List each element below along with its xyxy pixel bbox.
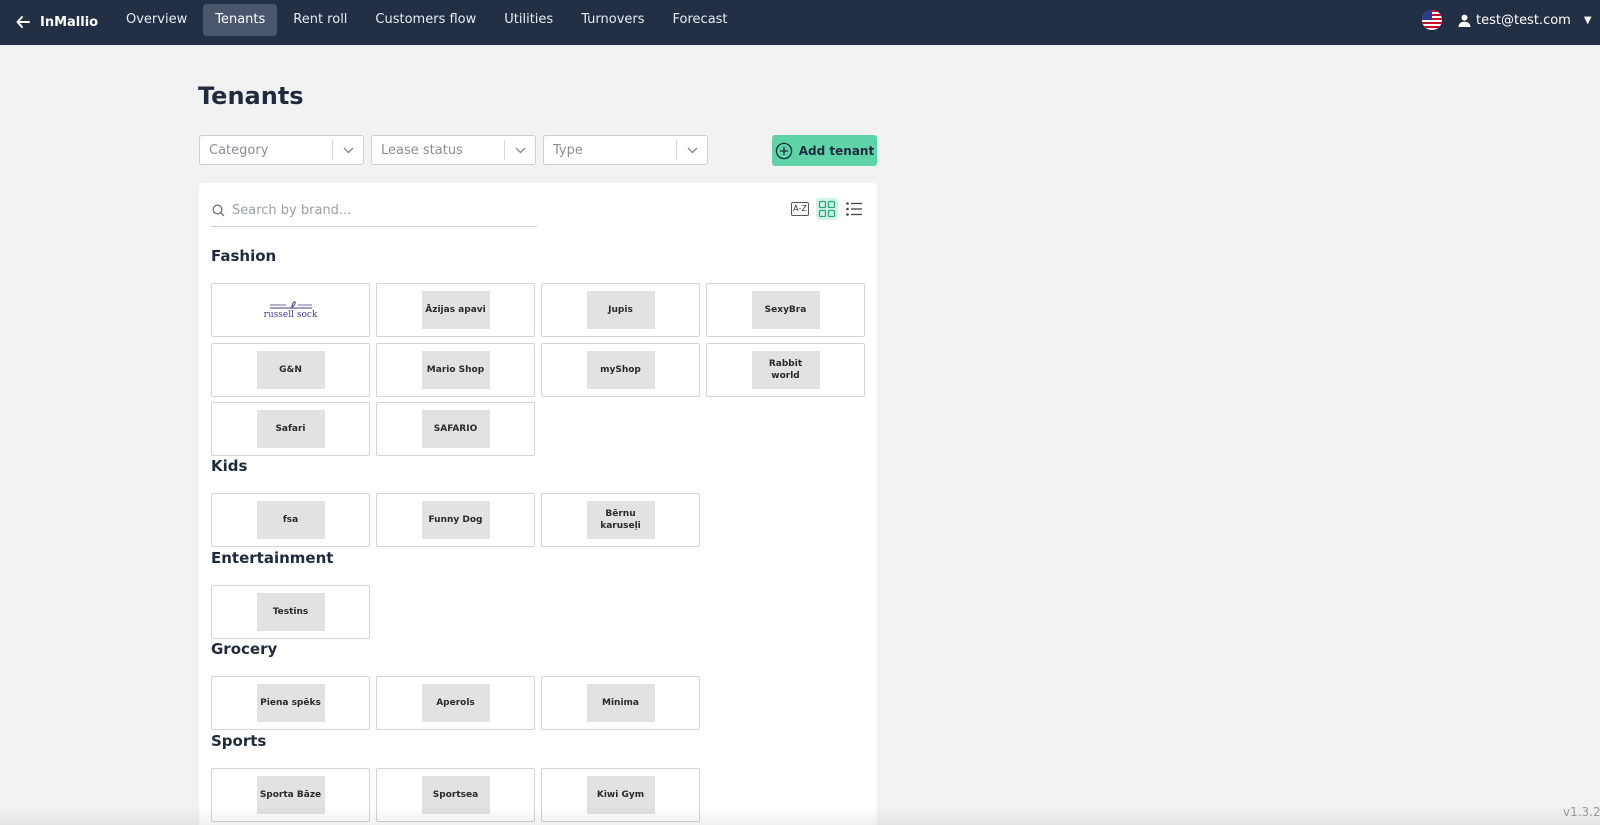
category-select-placeholder: Category [209,142,269,158]
tenant-logo: fsa [256,501,325,539]
nav-item-customers-flow[interactable]: Customers flow [363,4,488,36]
sort-az-button[interactable]: A-Z [789,198,811,220]
chevron-down-icon [677,147,707,154]
app-version: v1.3.2 [1563,805,1600,819]
russell-sock-logo: russell sock [251,291,331,329]
page-title: Tenants [198,82,304,110]
nav-item-utilities[interactable]: Utilities [492,4,565,36]
list-icon [846,202,862,216]
chevron-down-icon [333,147,363,154]
type-select[interactable]: Type [543,135,708,165]
grid-view-button[interactable] [816,198,838,220]
category-heading-entertainment: Entertainment [211,549,334,567]
tenant-logo: Sporta Bāze [256,776,325,814]
brand-search [211,195,537,227]
tenant-logo: Safari [256,410,325,448]
category-heading-grocery: Grocery [211,640,278,658]
tenant-tile[interactable]: Kiwi Gym [541,768,700,822]
back-arrow-icon[interactable] [12,11,34,33]
tenant-logo: SAFARIO [421,410,490,448]
tenant-tile[interactable]: Mario Shop [376,343,535,397]
search-input[interactable] [230,203,537,218]
sort-az-label: A-Z [791,202,809,216]
search-icon [212,204,230,217]
grid-icon [818,200,836,218]
category-heading-kids: Kids [211,457,248,475]
tenant-logo: Piena spēks [256,684,325,722]
tenant-logo: Minima [586,684,655,722]
category-select[interactable]: Category [199,135,364,165]
tenant-logo: G&N [256,351,325,389]
tenant-logo: Bērnu karuseļi [586,501,655,539]
tenant-tile[interactable]: SexyBra [706,283,865,337]
user-menu[interactable]: test@test.com ▼ [1458,0,1592,40]
nav-item-overview[interactable]: Overview [114,4,199,36]
tenant-logo: Āzijas apavi [421,291,490,329]
main-nav: Overview Tenants Rent roll Customers flo… [114,4,740,36]
tenant-tile[interactable]: SAFARIO [376,402,535,456]
tenant-logo: Mario Shop [421,351,490,389]
nav-item-rent-roll[interactable]: Rent roll [281,4,359,36]
tenant-tile[interactable]: Aperols [376,676,535,730]
tenant-tile[interactable]: Sportsea [376,768,535,822]
tenant-logo: myShop [586,351,655,389]
category-heading-fashion: Fashion [211,247,277,265]
type-select-placeholder: Type [553,142,583,158]
top-navbar: InMallio Overview Tenants Rent roll Cust… [0,0,1600,45]
caret-down-icon: ▼ [1583,14,1592,26]
tenant-logo: Funny Dog [421,501,490,539]
tenant-logo: Aperols [421,684,490,722]
tenant-tile[interactable]: G&N [211,343,370,397]
nav-item-tenants[interactable]: Tenants [203,4,278,36]
nav-item-turnovers[interactable]: Turnovers [569,4,656,36]
plus-circle-icon [775,142,793,159]
category-heading-sports: Sports [211,732,267,750]
tenant-tile[interactable]: Funny Dog [376,493,535,547]
tenant-logo: Kiwi Gym [586,776,655,814]
tenant-tile[interactable]: Piena spēks [211,676,370,730]
list-view-button[interactable] [843,198,865,220]
tenant-logo: Testins [256,593,325,631]
tenant-logo: Rabbit world [751,351,820,389]
lease-status-select-placeholder: Lease status [381,142,463,158]
tenant-tile[interactable]: Rabbit world [706,343,865,397]
us-flag-icon[interactable] [1422,10,1442,30]
tenant-tile[interactable]: russell sock [211,283,370,337]
nav-item-forecast[interactable]: Forecast [661,4,740,36]
tenant-tile[interactable]: Minima [541,676,700,730]
chevron-down-icon [505,147,535,154]
tenant-tile[interactable]: Safari [211,402,370,456]
tenant-logo: SexyBra [751,291,820,329]
tenant-tile[interactable]: Bērnu karuseļi [541,493,700,547]
tenant-tile[interactable]: Āzijas apavi [376,283,535,337]
tenant-tile[interactable]: Jupis [541,283,700,337]
tenant-tile[interactable]: myShop [541,343,700,397]
tenant-logo: Jupis [586,291,655,329]
add-tenant-button[interactable]: Add tenant [772,135,877,166]
add-tenant-label: Add tenant [798,143,875,158]
tenant-tile[interactable]: fsa [211,493,370,547]
tenant-logo: Sportsea [421,776,490,814]
lease-status-select[interactable]: Lease status [371,135,536,165]
user-icon [1458,14,1471,27]
tenant-tile[interactable]: Testins [211,585,370,639]
tenants-panel: A-Z Fashion russell sock Āzijas apavi Ju… [199,183,877,825]
tenant-tile[interactable]: Sporta Bāze [211,768,370,822]
app-name[interactable]: InMallio [40,0,98,45]
user-email: test@test.com [1476,12,1571,28]
